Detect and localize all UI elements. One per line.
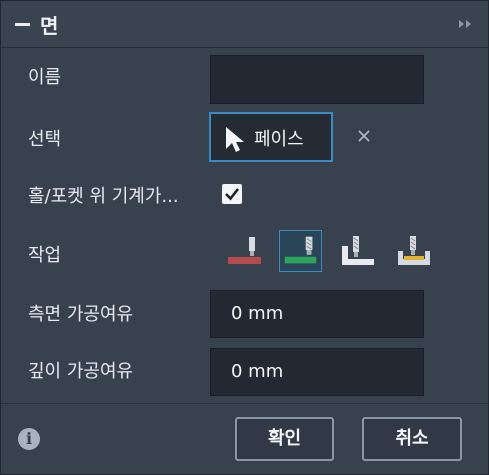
footer-divider xyxy=(1,403,488,404)
close-icon[interactable] xyxy=(356,128,372,144)
operation-option-3[interactable] xyxy=(336,230,379,272)
side-allowance-label: 측면 가공여유 xyxy=(28,304,134,325)
ok-button[interactable]: 확인 xyxy=(235,417,334,461)
depth-allowance-label: 깊이 가공여유 xyxy=(28,361,134,382)
minus-icon[interactable] xyxy=(15,23,30,26)
operation-2-icon xyxy=(284,236,317,264)
name-label: 이름 xyxy=(28,67,62,88)
machining-checkbox[interactable] xyxy=(222,184,242,204)
panel-title: 면 xyxy=(40,14,59,38)
machining-label: 홀/포켓 위 기계가... xyxy=(28,186,179,207)
cursor-arrow-icon xyxy=(226,127,244,152)
double-chevron-right-icon[interactable] xyxy=(458,19,474,29)
info-icon[interactable]: i xyxy=(18,428,40,450)
operation-option-2[interactable] xyxy=(279,230,322,272)
cancel-button[interactable]: 취소 xyxy=(362,417,462,461)
side-allowance-input[interactable]: 0 mm xyxy=(210,290,424,338)
select-button-label: 페이스 xyxy=(254,129,304,150)
operation-option-1[interactable] xyxy=(223,230,266,272)
face-select-button[interactable]: 페이스 xyxy=(209,112,333,162)
operation-3-icon xyxy=(342,236,374,265)
operation-1-icon xyxy=(228,237,261,264)
operation-4-icon xyxy=(398,236,430,265)
operation-option-4[interactable] xyxy=(392,230,435,272)
select-label: 선택 xyxy=(28,129,62,150)
checkmark-icon xyxy=(225,188,240,201)
depth-allowance-input[interactable]: 0 mm xyxy=(210,348,424,396)
face-panel: 면 이름 선택 페이스 홀/포켓 위 기계가... 작업 측면 가공여유 0 m… xyxy=(0,0,489,475)
panel-header[interactable]: 면 xyxy=(1,1,488,48)
operation-label: 작업 xyxy=(28,245,62,266)
name-input[interactable] xyxy=(210,55,424,104)
